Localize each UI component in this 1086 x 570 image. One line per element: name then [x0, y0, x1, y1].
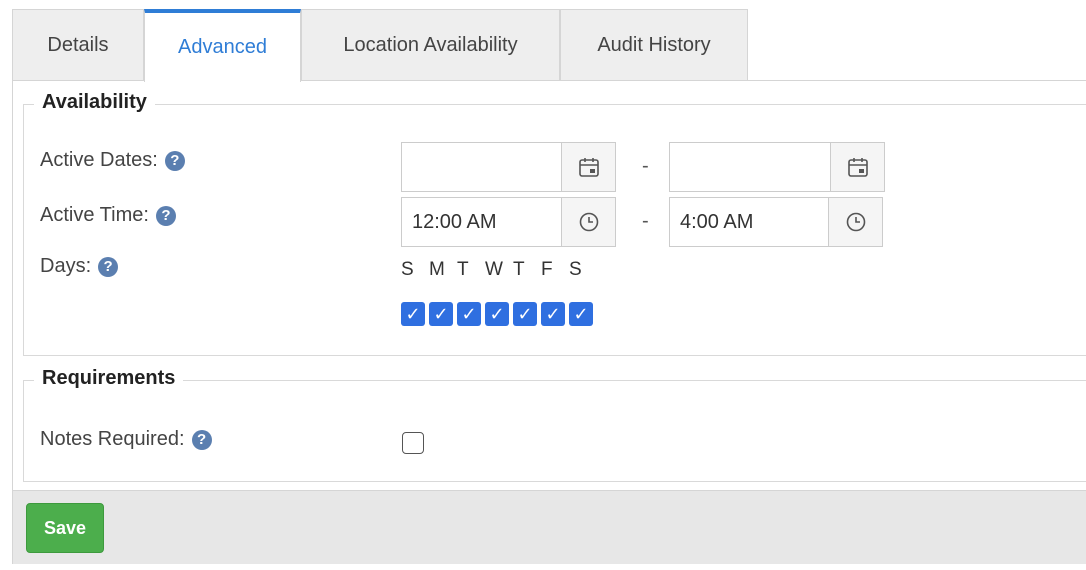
- active-dates-start-group: [401, 142, 616, 192]
- clock-icon: [846, 212, 865, 232]
- day-letter-tuesday: T: [457, 259, 469, 280]
- day-letter-saturday: S: [569, 259, 582, 280]
- clock-button[interactable]: [829, 197, 883, 247]
- calendar-button[interactable]: [562, 142, 616, 192]
- date-range-separator: -: [642, 155, 649, 177]
- active-dates-label: Active Dates:: [40, 149, 158, 171]
- day-checkbox-sunday[interactable]: ✓: [401, 302, 425, 326]
- help-icon[interactable]: ?: [98, 256, 119, 277]
- day-checkbox-saturday[interactable]: ✓: [569, 302, 593, 326]
- active-time-start-group: [401, 197, 616, 247]
- days-row-label: Days: ?: [40, 255, 119, 278]
- tab-details[interactable]: Details: [12, 9, 144, 81]
- tab-audit-history[interactable]: Audit History: [560, 9, 748, 81]
- day-letter-wednesday: W: [485, 259, 503, 280]
- active-time-label: Active Time:: [40, 204, 149, 226]
- day-checkbox-thursday[interactable]: ✓: [513, 302, 537, 326]
- active-dates-end-input[interactable]: [669, 142, 831, 192]
- notes-required-row-label: Notes Required: ?: [40, 428, 212, 451]
- notes-required-label: Notes Required:: [40, 428, 185, 450]
- requirements-legend: Requirements: [34, 367, 184, 390]
- calendar-icon: [847, 158, 868, 177]
- day-checkbox-wednesday[interactable]: ✓: [485, 302, 509, 326]
- availability-legend: Availability: [34, 91, 155, 114]
- day-checkbox-monday[interactable]: ✓: [429, 302, 453, 326]
- day-checkbox-friday[interactable]: ✓: [541, 302, 565, 326]
- day-letter-thursday: T: [513, 259, 525, 280]
- tab-location-availability[interactable]: Location Availability: [301, 9, 560, 81]
- active-time-end-input[interactable]: [669, 197, 829, 247]
- day-letter-monday: M: [429, 259, 445, 280]
- day-letter-friday: F: [541, 259, 553, 280]
- days-label: Days:: [40, 255, 92, 277]
- active-time-end-group: [669, 197, 883, 247]
- day-checkboxes: ✓ ✓ ✓ ✓ ✓ ✓ ✓: [401, 302, 593, 326]
- active-dates-row-label: Active Dates: ?: [40, 149, 185, 172]
- active-time-row-label: Active Time: ?: [40, 204, 176, 227]
- help-icon[interactable]: ?: [164, 150, 185, 171]
- tab-bar: Details Advanced Location Availability A…: [12, 9, 1086, 82]
- tab-advanced[interactable]: Advanced: [144, 9, 301, 82]
- clock-icon: [579, 212, 598, 232]
- availability-group: Availability Active Dates: ? - Active Ti…: [23, 91, 1086, 356]
- active-dates-end-group: [669, 142, 885, 192]
- help-icon[interactable]: ?: [191, 429, 212, 450]
- calendar-icon: [578, 158, 599, 177]
- form-footer: Save: [13, 490, 1086, 564]
- clock-button[interactable]: [562, 197, 616, 247]
- help-icon[interactable]: ?: [155, 205, 176, 226]
- save-button[interactable]: Save: [26, 503, 104, 553]
- active-time-start-input[interactable]: [401, 197, 562, 247]
- day-letter-sunday: S: [401, 259, 414, 280]
- calendar-button[interactable]: [831, 142, 885, 192]
- active-dates-start-input[interactable]: [401, 142, 562, 192]
- day-letters: S M T W T F S: [401, 259, 597, 281]
- requirements-group: Requirements Notes Required: ?: [23, 367, 1086, 482]
- day-checkbox-tuesday[interactable]: ✓: [457, 302, 481, 326]
- notes-required-checkbox[interactable]: [402, 432, 424, 454]
- time-range-separator: -: [642, 210, 649, 232]
